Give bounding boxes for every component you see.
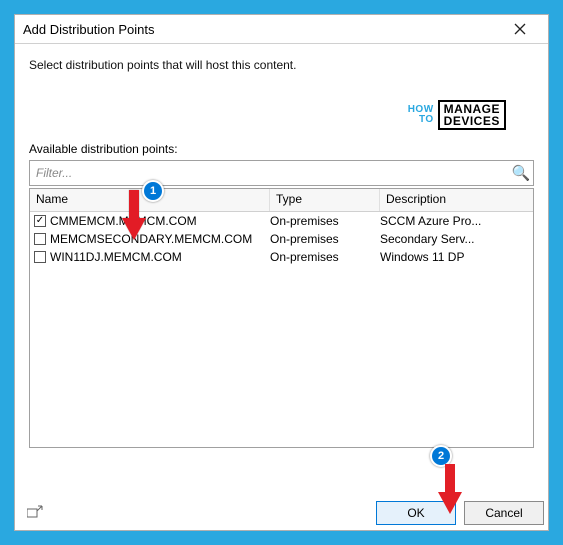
watermark-to: TO [408, 115, 434, 125]
list-row[interactable]: MEMCMSECONDARY.MEMCM.COM On-premises Sec… [30, 230, 533, 248]
close-button[interactable] [500, 15, 540, 43]
instruction-text: Select distribution points that will hos… [29, 58, 534, 72]
row-desc: Windows 11 DP [380, 250, 533, 264]
row-name: CMMEMCM.MEMCM.COM [50, 214, 270, 228]
row-checkbox[interactable] [34, 233, 46, 245]
cancel-button[interactable]: Cancel [464, 501, 544, 525]
watermark-logo: HOW TO MANAGE DEVICES [408, 100, 506, 130]
row-type: On-premises [270, 214, 380, 228]
list-row[interactable]: WIN11DJ.MEMCM.COM On-premises Windows 11… [30, 248, 533, 266]
row-checkbox[interactable] [34, 251, 46, 263]
row-desc: Secondary Serv... [380, 232, 533, 246]
row-checkbox[interactable]: ✓ [34, 215, 46, 227]
annotation-arrow-2 [434, 462, 466, 516]
row-type: On-premises [270, 232, 380, 246]
dialog-body: Select distribution points that will hos… [15, 44, 548, 531]
available-label: Available distribution points: [29, 142, 534, 156]
row-desc: SCCM Azure Pro... [380, 214, 533, 228]
row-name: WIN11DJ.MEMCM.COM [50, 250, 270, 264]
row-name: MEMCMSECONDARY.MEMCM.COM [50, 232, 270, 246]
watermark-devices: DEVICES [444, 115, 500, 127]
distribution-points-list[interactable]: Name Type Description ✓ CMMEMCM.MEMCM.CO… [29, 188, 534, 448]
column-header-description[interactable]: Description [380, 189, 533, 211]
expand-icon[interactable] [27, 505, 43, 523]
window-title: Add Distribution Points [23, 22, 500, 37]
filter-input[interactable] [30, 166, 509, 180]
close-icon [514, 23, 526, 35]
search-icon[interactable]: 🔍 [509, 164, 533, 182]
annotation-arrow-1 [118, 188, 150, 242]
filter-box[interactable]: 🔍 [29, 160, 534, 186]
list-header: Name Type Description [30, 189, 533, 212]
dialog-window: Add Distribution Points Select distribut… [14, 14, 549, 531]
row-type: On-premises [270, 250, 380, 264]
titlebar: Add Distribution Points [15, 15, 548, 44]
column-header-type[interactable]: Type [270, 189, 380, 211]
list-row[interactable]: ✓ CMMEMCM.MEMCM.COM On-premises SCCM Azu… [30, 212, 533, 230]
